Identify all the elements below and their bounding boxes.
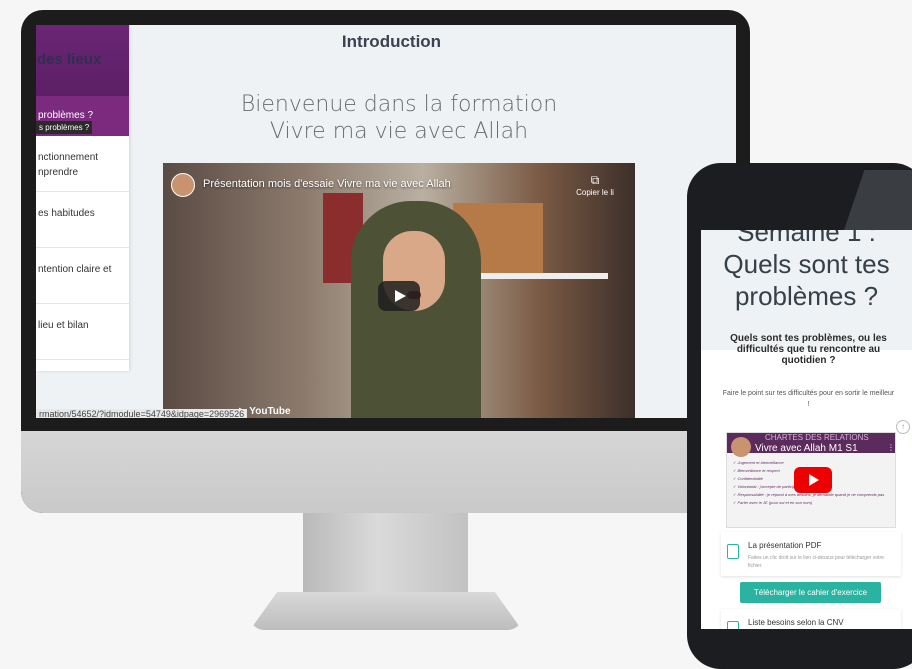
intro-text: Faire le point sur tes difficultés pour … bbox=[722, 390, 895, 408]
sidebar-item-label: nctionnement nprendre bbox=[38, 152, 99, 178]
copy-link-button[interactable]: ⧉ Copier le li bbox=[565, 173, 625, 197]
sidebar-item[interactable]: ntention claire et bbox=[36, 248, 129, 304]
slide-line: ✓ Parler avec le JE (pour soi et en son … bbox=[733, 500, 813, 505]
download-workbook-button[interactable]: Télécharger le cahier d'exercice bbox=[740, 582, 881, 603]
pdf-file-card[interactable]: La présentation PDF Faites un clic droit… bbox=[721, 532, 901, 576]
monitor-chin bbox=[21, 418, 750, 513]
sidebar-item-active[interactable]: problèmes ? s problèmes ? bbox=[36, 96, 129, 136]
cnv-file-title[interactable]: Liste besoins selon la CNV bbox=[748, 618, 844, 627]
sidebar-item[interactable]: lieu et bilan bbox=[36, 304, 129, 360]
phone-video-player[interactable]: CHARTES DES RELATIONS Vivre avec Allah M… bbox=[726, 432, 896, 528]
welcome-line-1: Bienvenue dans la formation bbox=[240, 92, 558, 117]
slide-line: ✓ Jugement et bienveillance bbox=[733, 460, 784, 465]
cnv-file-card[interactable]: Liste besoins selon la CNV bbox=[721, 609, 901, 629]
monitor-bezel-divider bbox=[21, 418, 750, 431]
page-title: Introduction bbox=[341, 32, 442, 51]
sidebar-item[interactable]: es habitudes bbox=[36, 192, 129, 248]
sidebar-item-label: es habitudes bbox=[38, 208, 95, 219]
video-title[interactable]: Présentation mois d'essaie Vivre ma vie … bbox=[203, 178, 451, 190]
sidebar-item-label: ntention claire et bbox=[38, 264, 112, 275]
more-options-icon[interactable]: ⋮ bbox=[887, 443, 895, 452]
phone-channel-avatar[interactable] bbox=[731, 437, 751, 457]
course-sidebar: des lieux problèmes ? s problèmes ? ncti… bbox=[36, 25, 129, 371]
question-heading: Quels sont tes problèmes, ou les difficu… bbox=[730, 333, 887, 366]
desktop-screen: des lieux problèmes ? s problèmes ? ncti… bbox=[36, 25, 736, 418]
welcome-line-2: Vivre ma vie avec Allah bbox=[269, 119, 529, 144]
copy-link-label: Copier le li bbox=[576, 188, 614, 197]
phone-video-title[interactable]: Vivre avec Allah M1 S1 bbox=[755, 443, 858, 454]
week-title-line-3: problèmes ? bbox=[734, 281, 879, 311]
sidebar-tooltip: s problèmes ? bbox=[36, 121, 93, 134]
phone-video-overlay-title: CHARTES DES RELATIONS bbox=[765, 433, 869, 442]
video-player[interactable]: Présentation mois d'essaie Vivre ma vie … bbox=[163, 163, 635, 418]
copy-icon: ⧉ bbox=[590, 173, 600, 187]
week-title-line-2: Quels sont tes bbox=[723, 249, 890, 279]
monitor-stand-base bbox=[250, 592, 522, 630]
phone-play-button[interactable] bbox=[794, 467, 832, 493]
sidebar-active-label: problèmes ? bbox=[38, 110, 94, 121]
sidebar-item-label: lieu et bilan bbox=[38, 320, 89, 331]
channel-avatar[interactable] bbox=[171, 173, 195, 197]
monitor-stand-neck bbox=[303, 513, 468, 595]
phone-screen: Semaine 1 : Quels sont tes problèmes ? Q… bbox=[701, 230, 912, 629]
youtube-logo-label: YouTube bbox=[249, 406, 291, 417]
file-icon bbox=[727, 621, 739, 629]
pdf-file-title[interactable]: La présentation PDF bbox=[748, 541, 821, 550]
week-title-line-1: Semaine 1 : bbox=[737, 230, 876, 247]
pdf-file-description: Faites un clic droit sur le lien ci-dess… bbox=[748, 555, 884, 569]
welcome-heading: Bienvenue dans la formation Vivre ma vie… bbox=[129, 91, 669, 145]
week-title: Semaine 1 : Quels sont tes problèmes ? bbox=[701, 230, 912, 312]
scroll-top-button[interactable]: ↑ bbox=[896, 420, 910, 434]
sidebar-header[interactable]: des lieux bbox=[36, 25, 129, 96]
play-button[interactable] bbox=[378, 281, 420, 311]
sidebar-item[interactable]: nctionnement nprendre bbox=[36, 136, 129, 192]
pdf-file-icon bbox=[727, 544, 739, 559]
sidebar-header-label: des lieux bbox=[37, 51, 102, 68]
status-url: rmation/54652/?idmodule=54749&idpage=296… bbox=[36, 409, 248, 418]
